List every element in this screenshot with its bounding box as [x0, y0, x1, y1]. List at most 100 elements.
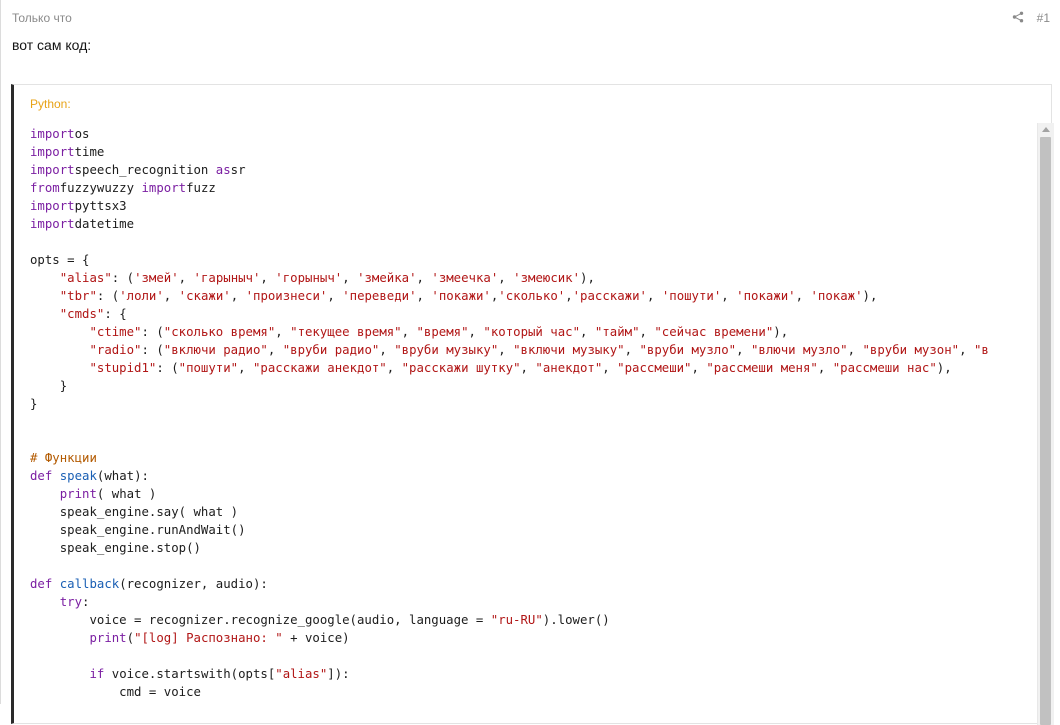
- code-token: "alias": [59, 271, 112, 285]
- code-token: "сейчас времени": [654, 325, 774, 339]
- code-token: "пошути": [178, 361, 239, 375]
- code-token: ,: [520, 361, 536, 375]
- code-line: importdatetime: [30, 217, 134, 231]
- code-token: "текущее время": [290, 325, 402, 339]
- code-scrollbar[interactable]: [1037, 123, 1054, 725]
- code-token: "который час": [483, 325, 581, 339]
- code-line: voice = recognizer.recognize_google(audi…: [30, 613, 610, 627]
- code-token: ),: [580, 271, 595, 285]
- code-token: 'сколько': [498, 289, 566, 303]
- code-token: 'переведи': [342, 289, 417, 303]
- code-line: importos: [30, 127, 89, 141]
- code-line: try:: [30, 595, 90, 609]
- code-token: ),: [862, 289, 878, 303]
- code-token: def: [30, 577, 53, 591]
- code-token: pyttsx3: [74, 199, 127, 213]
- code-line: "alias": ('змей', 'гарыныч', 'горыныч', …: [30, 271, 595, 285]
- code-token: ,: [342, 271, 358, 285]
- post-number-link[interactable]: #1: [1037, 11, 1050, 25]
- code-token: speak_engine.say( what ): [30, 505, 239, 519]
- code-token: : (: [111, 271, 135, 285]
- code-token: ,: [565, 289, 573, 303]
- code-token: "включи радио": [163, 343, 268, 357]
- code-token: datetime: [74, 217, 135, 231]
- code-token: 'покаж': [810, 289, 863, 303]
- code-token: "radio": [89, 343, 142, 357]
- code-token: ,: [379, 343, 395, 357]
- code-token: "сколько время": [163, 325, 276, 339]
- scroll-up-arrow-icon[interactable]: [1042, 127, 1050, 132]
- code-token: }: [30, 397, 38, 411]
- code-line: "cmds": {: [30, 307, 127, 321]
- code-line: speak_engine.stop(): [30, 541, 201, 555]
- code-token: fuzzywuzzy: [59, 181, 142, 195]
- code-line: "tbr": ('лоли', 'скажи', 'произнеси', 'п…: [30, 289, 878, 303]
- code-token: 'гарыныч': [193, 271, 261, 285]
- code-line: }: [30, 397, 37, 411]
- code-token: ,: [639, 325, 655, 339]
- code-line: importpyttsx3: [30, 199, 127, 213]
- code-token: "рассмеши нас": [832, 361, 937, 375]
- code-token: fuzz: [186, 181, 216, 195]
- code-token: opts = {: [30, 253, 90, 267]
- code-line: def speak(what):: [30, 469, 149, 483]
- code-line: cmd = voice: [30, 685, 201, 699]
- code-token: ,: [386, 361, 402, 375]
- code-token: 'горыныч': [275, 271, 343, 285]
- code-token: "влючи музло": [750, 343, 848, 357]
- code-token: "[log] Распознано: ": [134, 631, 283, 645]
- code-token: ,: [646, 289, 662, 303]
- code-token: "в: [973, 343, 989, 357]
- share-icon[interactable]: [1012, 11, 1024, 23]
- code-token: + voice): [282, 631, 350, 645]
- code-scroll-area[interactable]: importos importtime importspeech_recogni…: [30, 125, 1035, 715]
- code-token: try: [59, 595, 83, 609]
- code-token: "расскажи анекдот": [252, 361, 387, 375]
- code-line: "stupid1": ("пошути", "расскажи анекдот"…: [30, 361, 952, 375]
- code-token: speak: [59, 469, 97, 483]
- scroll-thumb[interactable]: [1040, 137, 1051, 725]
- code-token: voice = recognizer.recognize_google(audi…: [30, 613, 491, 627]
- code-token: time: [74, 145, 105, 159]
- code-token: "время": [416, 325, 469, 339]
- code-token: "ctime": [89, 325, 142, 339]
- code-token: import: [30, 163, 75, 177]
- code-token: 'пошути': [661, 289, 722, 303]
- code-token: as: [215, 163, 231, 177]
- code-token: ,: [267, 343, 283, 357]
- code-token: "stupid1": [89, 361, 157, 375]
- code-token: ,: [580, 325, 595, 339]
- code-token: : (: [156, 361, 179, 375]
- code-token: "вруби музыку": [394, 343, 499, 357]
- code-token: import: [30, 127, 75, 141]
- code-token: ,: [163, 289, 179, 303]
- code-token: ,: [498, 271, 514, 285]
- code-token: "вруби музон": [862, 343, 960, 357]
- code-token: print: [89, 631, 127, 645]
- code-token: : (: [96, 289, 120, 303]
- code-token: ),: [936, 361, 952, 375]
- code-token: ,: [736, 343, 751, 357]
- code-line: # Функции: [30, 451, 97, 465]
- code-token: ,: [178, 271, 194, 285]
- code-token: ,: [401, 325, 417, 339]
- code-token: "cmds": [59, 307, 105, 321]
- code-token: ,: [416, 289, 432, 303]
- code-token: "расскажи шутку": [401, 361, 521, 375]
- forum-post: Только что #1 вот сам код: Python: impor…: [0, 0, 1060, 725]
- code-line: def callback(recognizer, audio):: [30, 577, 268, 591]
- code-token: ,: [691, 361, 707, 375]
- code-token: ,: [275, 325, 291, 339]
- code-token: ,: [230, 289, 246, 303]
- code-token: ,: [795, 289, 811, 303]
- code-token: "ru-RU": [490, 613, 543, 627]
- code-token: callback: [59, 577, 120, 591]
- code-line: print( what ): [30, 487, 157, 501]
- code-token: ).lower(): [542, 613, 610, 627]
